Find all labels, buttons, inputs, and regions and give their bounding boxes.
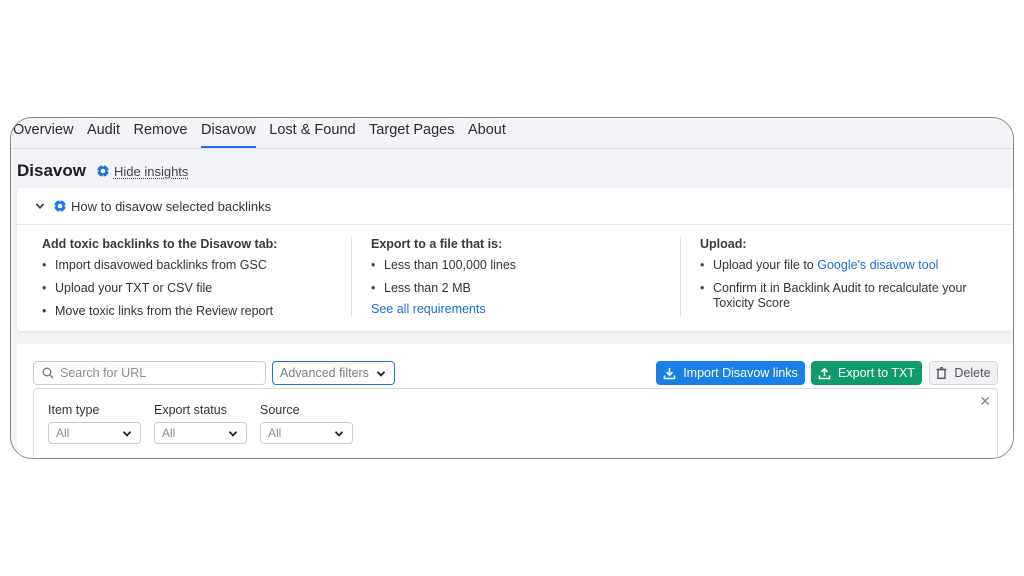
chevron-down-icon [334,431,344,437]
tab-audit[interactable]: Audit [87,122,120,148]
advanced-filters-panel: ✕ Item type All Export status All Source… [33,388,998,458]
upload-icon [818,367,831,379]
import-label: Import Disavow links [683,366,798,380]
chevron-down-icon [35,203,45,209]
hide-insights-button[interactable]: Hide insights [96,164,188,179]
filter-item-type: Item type All [48,403,141,444]
insights-column-upload: Upload: Upload your file to Google's dis… [700,237,990,319]
gear-icon [96,164,110,178]
export-label: Export to TXT [838,366,915,380]
insights-column-add: Add toxic backlinks to the Disavow tab: … [42,237,342,327]
insights-toggle[interactable]: How to disavow selected backlinks [17,188,1013,225]
tab-disavow[interactable]: Disavow [201,122,256,148]
search-input[interactable] [60,366,250,380]
list-item: Upload your file to Google's disavow too… [700,258,990,273]
import-disavow-links-button[interactable]: Import Disavow links [656,361,805,385]
chevron-down-icon [376,371,386,377]
advanced-filters-label: Advanced filters [280,366,369,380]
page-title: Disavow [17,161,86,180]
tab-remove[interactable]: Remove [134,122,188,148]
item-type-select[interactable]: All [48,422,141,444]
list-item: Confirm it in Backlink Audit to recalcul… [700,281,990,311]
insights-card: How to disavow selected backlinks Add to… [17,188,1013,331]
insights-columns: Add toxic backlinks to the Disavow tab: … [17,225,1013,331]
download-icon [663,367,676,379]
hide-insights-label: Hide insights [113,163,189,179]
close-icon[interactable]: ✕ [979,393,991,410]
export-to-txt-button[interactable]: Export to TXT [811,361,922,385]
search-icon [42,367,54,379]
tab-overview[interactable]: Overview [13,122,73,148]
filter-label: Source [260,403,300,417]
chevron-down-icon [228,431,238,437]
see-requirements-link[interactable]: See all requirements [371,302,486,316]
source-select[interactable]: All [260,422,353,444]
column-divider [680,237,681,317]
column-divider [351,237,352,317]
select-value: All [268,426,282,440]
tab-target-pages[interactable]: Target Pages [369,122,454,148]
search-field[interactable] [33,361,266,385]
filter-label: Export status [154,403,227,417]
upload-text: Upload your file to [713,258,818,272]
delete-label: Delete [954,366,991,380]
delete-button[interactable]: Delete [929,361,998,385]
advanced-filters-button[interactable]: Advanced filters [272,361,395,385]
tab-lost-found[interactable]: Lost & Found [269,122,355,148]
column-heading: Upload: [700,237,747,251]
column-heading: Export to a file that is: [371,237,503,251]
chevron-down-icon [122,431,132,437]
disavow-panel: Advanced filters Import Disavow links Ex… [17,344,1013,458]
list-item: Move toxic links from the Review report [42,304,342,319]
filter-export-status: Export status All [154,403,247,444]
title-row: Disavow Hide insights [17,161,188,181]
list-item: Upload your TXT or CSV file [42,281,342,296]
tab-about[interactable]: About [468,122,506,148]
app-frame: Overview Audit Remove Disavow Lost & Fou… [10,117,1014,459]
gear-icon [53,199,67,213]
list-item: Less than 100,000 lines [371,258,671,273]
trash-icon [936,367,947,379]
export-status-select[interactable]: All [154,422,247,444]
column-heading: Add toxic backlinks to the Disavow tab: [42,237,278,251]
select-value: All [162,426,176,440]
insights-column-export: Export to a file that is: Less than 100,… [371,237,671,318]
tab-bar: Overview Audit Remove Disavow Lost & Fou… [11,118,1013,149]
select-value: All [56,426,70,440]
list-item: Import disavowed backlinks from GSC [42,258,342,273]
google-disavow-link[interactable]: Google's disavow tool [817,258,938,272]
list-item: Less than 2 MB [371,281,671,296]
filter-label: Item type [48,403,100,417]
filter-source: Source All [260,403,353,444]
insights-header-label: How to disavow selected backlinks [71,198,272,214]
